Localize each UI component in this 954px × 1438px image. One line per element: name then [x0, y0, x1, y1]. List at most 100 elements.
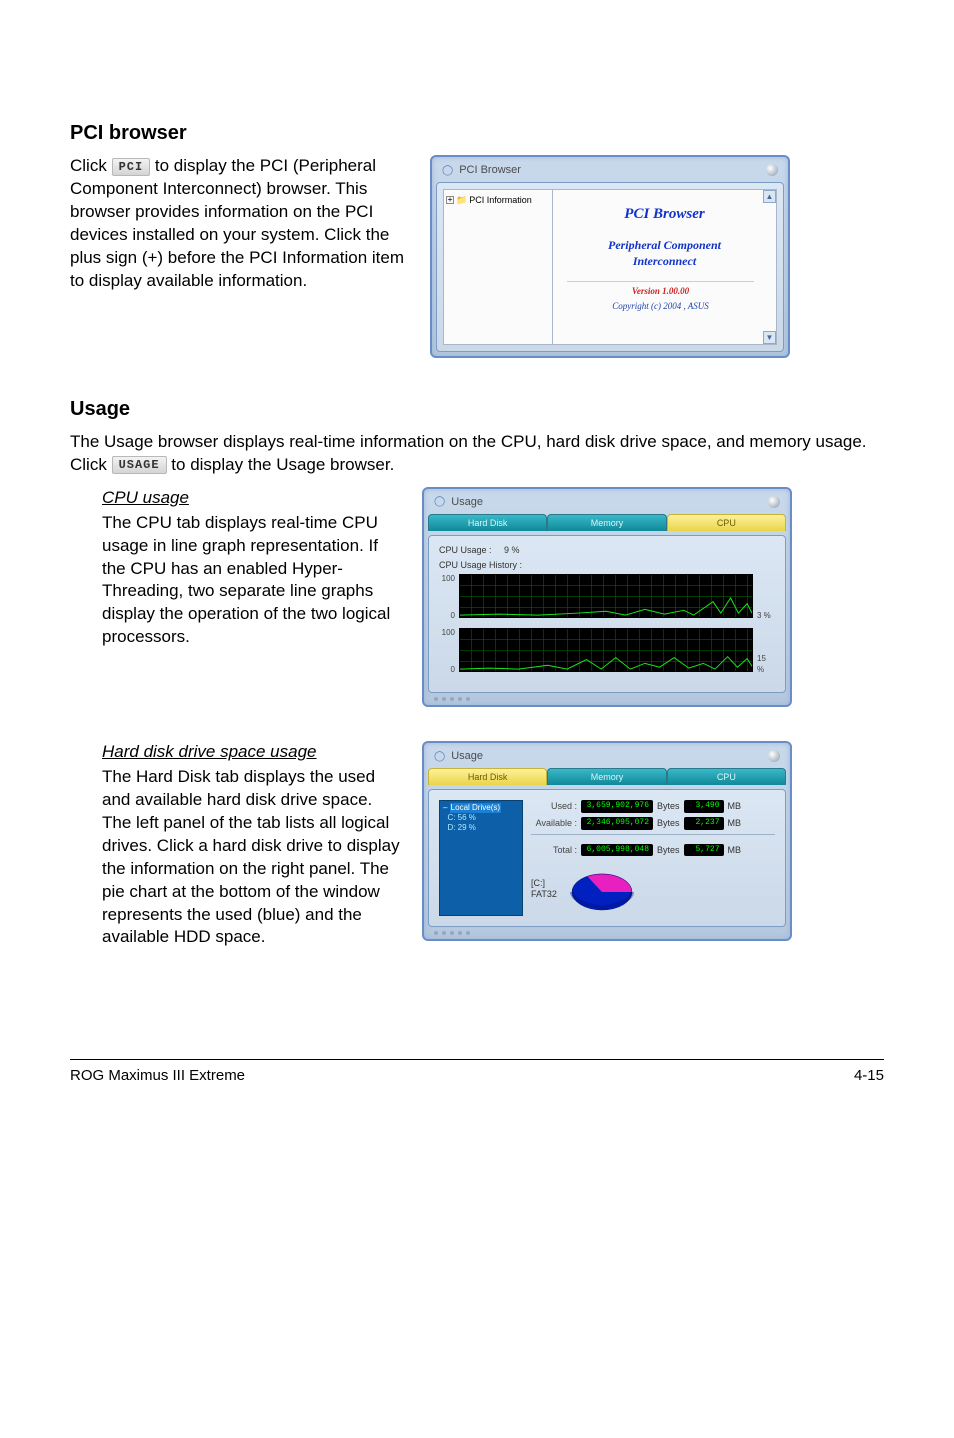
- pie-area: [C:] FAT32: [531, 862, 775, 916]
- pci-para-post: to display the PCI (Peripheral Component…: [70, 156, 404, 290]
- scroll-down-icon[interactable]: ▼: [763, 331, 776, 344]
- drive-tree: – Local Drive(s) C: 56 % D: 29 %: [439, 800, 523, 916]
- cpu-usage-label: CPU Usage :: [439, 545, 492, 555]
- used-label: Used :: [531, 800, 577, 812]
- cpu-line-icon: [460, 575, 752, 617]
- cpu-graph-row-1: 100 0 3 %: [439, 574, 775, 622]
- cpu-usage-block: CPU usage The CPU tab displays real-time…: [70, 487, 884, 707]
- used-mb: 3,490: [684, 800, 724, 813]
- hdd-tabs: Hard Disk Memory CPU: [428, 768, 786, 785]
- pci-content-title: PCI Browser: [557, 204, 772, 224]
- usage-intro-paragraph: The Usage browser displays real-time inf…: [70, 431, 884, 477]
- drive-tree-d[interactable]: D: 29 %: [443, 823, 519, 833]
- pie-fs-label: FAT32: [531, 889, 557, 901]
- pci-content-panel: ▲ PCI Browser Peripheral ComponentInterc…: [553, 189, 777, 345]
- cpu-pct-2: 15 %: [757, 654, 775, 676]
- hdd-window-bullet-icon: ◯: [434, 750, 445, 764]
- avail-bytes: 2,346,095,072: [581, 817, 653, 830]
- usage-section-heading: Usage: [70, 396, 884, 423]
- cpu-usage-value: 9 %: [504, 545, 520, 555]
- pci-window: ◯ PCI Browser + 📁 PCI Information ▲ PCI …: [430, 155, 790, 358]
- avail-mb-unit: MB: [728, 817, 742, 829]
- cpu-usage-paragraph: The CPU tab displays real-time CPU usage…: [102, 513, 390, 647]
- close-icon[interactable]: [766, 164, 778, 176]
- cpu-window-titlebar: ◯ Usage: [428, 493, 786, 514]
- divider: [531, 834, 775, 840]
- cpu-graph-2: [459, 628, 753, 672]
- total-bytes: 6,005,998,048: [581, 844, 653, 857]
- cpu-window-bullet-icon: ◯: [434, 495, 445, 509]
- usage-inline-button: USAGE: [112, 456, 167, 474]
- cpu-graph-1: [459, 574, 753, 618]
- pci-window-body: + 📁 PCI Information ▲ PCI Browser Periph…: [436, 182, 784, 352]
- drive-c-label: C: 56 %: [447, 813, 475, 822]
- tab-cpu[interactable]: CPU: [667, 768, 786, 785]
- cpu-usage-label-row: CPU Usage : 9 %: [439, 544, 775, 556]
- pci-window-titlebar: ◯ PCI Browser: [436, 161, 784, 182]
- cpu-graph-row-2: 100 0 15 %: [439, 628, 775, 676]
- hdd-total-row: Total : 6,005,998,048 Bytes 5,727 MB: [531, 844, 775, 857]
- used-bytes: 3,659,902,976: [581, 800, 653, 813]
- drive-d-label: D: 29 %: [447, 823, 475, 832]
- pci-tree-row[interactable]: + 📁 PCI Information: [446, 194, 550, 206]
- tab-memory[interactable]: Memory: [547, 768, 666, 785]
- pci-para-pre: Click: [70, 156, 112, 175]
- pci-columns: Click PCI to display the PCI (Peripheral…: [70, 155, 884, 358]
- total-mb-unit: MB: [728, 844, 742, 856]
- hdd-usage-screenshot: ◯ Usage Hard Disk Memory CPU – Local Dri…: [422, 741, 884, 941]
- hdd-window-title: Usage: [451, 749, 483, 764]
- tab-cpu[interactable]: CPU: [667, 514, 786, 531]
- cpu-graph1-pct: 3 %: [757, 574, 775, 622]
- axis-top-2: 100: [439, 628, 455, 639]
- cpu-graph2-yaxis: 100 0: [439, 628, 455, 676]
- axis-top-1: 100: [439, 574, 455, 585]
- pci-tree-item-label: PCI Information: [469, 194, 532, 206]
- pci-section-heading: PCI browser: [70, 120, 884, 147]
- drive-tree-root-label: Local Drive(s): [450, 803, 501, 813]
- tab-memory[interactable]: Memory: [547, 514, 666, 531]
- axis-bottom-1: 0: [439, 611, 455, 622]
- avail-bytes-unit: Bytes: [657, 817, 680, 829]
- cpu-window-title: Usage: [451, 495, 483, 510]
- close-icon[interactable]: [768, 750, 780, 762]
- tab-harddisk[interactable]: Hard Disk: [428, 768, 547, 785]
- pie-svg-icon: [567, 862, 637, 916]
- axis-bottom-2: 0: [439, 665, 455, 676]
- total-bytes-unit: Bytes: [657, 844, 680, 856]
- used-bytes-unit: Bytes: [657, 800, 680, 812]
- cpu-tabs: Hard Disk Memory CPU: [428, 514, 786, 531]
- cpu-window-body: CPU Usage : 9 % CPU Usage History : 100 …: [428, 535, 786, 693]
- total-label: Total :: [531, 844, 577, 856]
- cpu-graph2-pct: 15 %: [757, 628, 775, 676]
- pci-paragraph: Click PCI to display the PCI (Peripheral…: [70, 155, 410, 293]
- pci-window-bullet-icon: ◯: [442, 164, 453, 178]
- usage-intro-post: to display the Usage browser.: [167, 455, 395, 474]
- pci-content-version: Version 1.00.00: [567, 281, 754, 297]
- cpu-usage-text: CPU usage The CPU tab displays real-time…: [102, 487, 402, 650]
- tab-harddisk[interactable]: Hard Disk: [428, 514, 547, 531]
- hdd-avail-row: Available : 2,346,095,072 Bytes 2,237 MB: [531, 817, 775, 830]
- scroll-up-icon[interactable]: ▲: [763, 190, 776, 203]
- avail-label: Available :: [531, 817, 577, 829]
- footer-left: ROG Maximus III Extreme: [70, 1066, 245, 1086]
- pie-drive-label: [C:]: [531, 878, 557, 890]
- hdd-window-titlebar: ◯ Usage: [428, 747, 786, 768]
- used-mb-unit: MB: [728, 800, 742, 812]
- cpu-usage-screenshot: ◯ Usage Hard Disk Memory CPU CPU Usage :…: [422, 487, 884, 707]
- footer-right: 4-15: [854, 1066, 884, 1086]
- pci-tree-panel: + 📁 PCI Information: [443, 189, 553, 345]
- close-icon[interactable]: [768, 496, 780, 508]
- hdd-window: ◯ Usage Hard Disk Memory CPU – Local Dri…: [422, 741, 792, 941]
- folder-icon: 📁: [456, 194, 467, 206]
- pci-window-title: PCI Browser: [459, 163, 521, 178]
- hdd-usage-heading: Hard disk drive space usage: [102, 741, 402, 764]
- pie-chart-icon: [567, 862, 637, 916]
- cpu-pct-1: 3 %: [757, 611, 775, 622]
- window-footer-dots: [428, 927, 786, 935]
- pci-screenshot: ◯ PCI Browser + 📁 PCI Information ▲ PCI …: [430, 155, 884, 358]
- cpu-history-label: CPU Usage History :: [439, 559, 775, 571]
- drive-tree-c[interactable]: C: 56 %: [443, 813, 519, 823]
- window-footer-dots: [428, 693, 786, 701]
- drive-tree-root[interactable]: – Local Drive(s): [443, 803, 519, 813]
- expand-icon[interactable]: +: [446, 196, 454, 204]
